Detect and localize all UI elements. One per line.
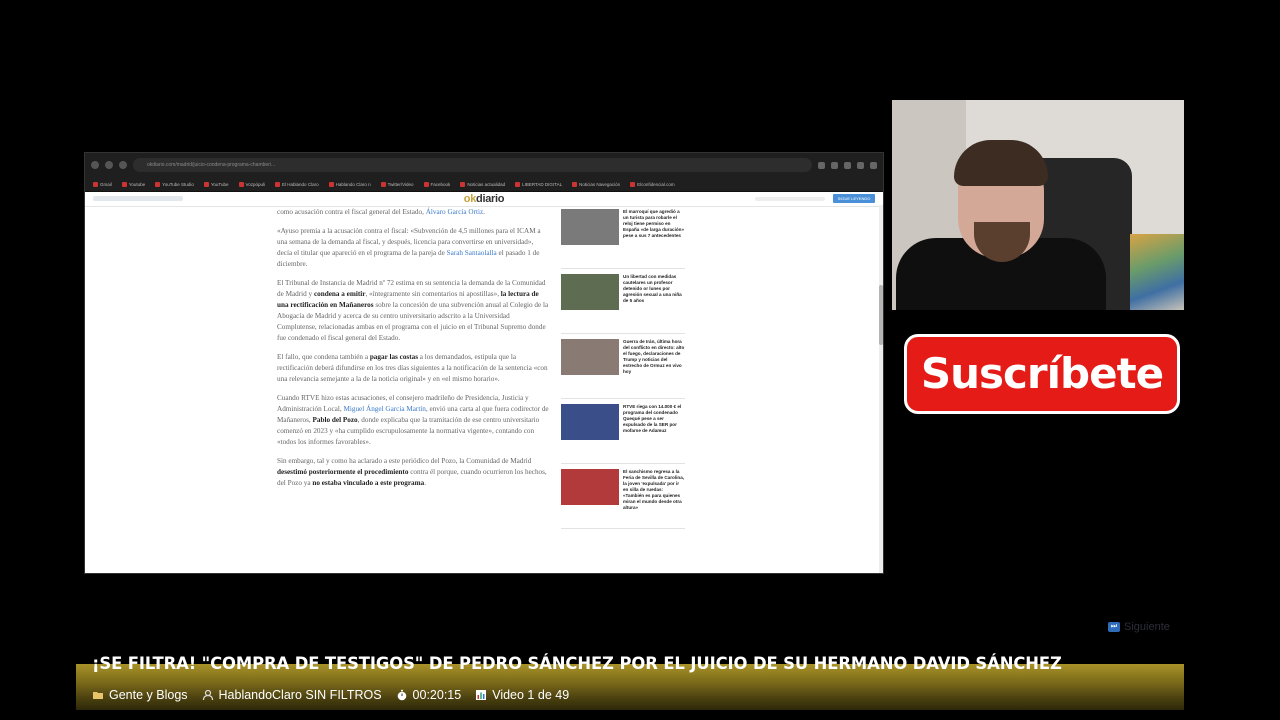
bookmark-item[interactable]: El Hablando Claro — [275, 181, 319, 187]
bookmark-item[interactable]: Gmail — [93, 181, 112, 187]
wall-painting — [1130, 234, 1184, 310]
news-thumbnail — [561, 274, 619, 310]
news-headline[interactable]: Guerra de Irán, última hora del conflict… — [623, 339, 685, 393]
article-paragraph: Cuando RTVE hizo estas acusaciones, el c… — [277, 394, 549, 446]
webcam-feed — [892, 100, 1184, 310]
news-thumbnail — [561, 209, 619, 245]
related-news-item[interactable]: Un libertad con medidas cautelares un pr… — [561, 274, 685, 334]
extension-icon[interactable] — [818, 161, 825, 169]
profile-icon[interactable] — [857, 161, 864, 169]
bookmark-item[interactable]: YouTube Studio — [155, 181, 194, 187]
bookmark-item[interactable]: Twitter/Video — [380, 181, 414, 187]
bookmark-item[interactable]: YouTube — [203, 181, 229, 187]
forward-icon[interactable] — [105, 161, 113, 169]
presenter-hair — [954, 140, 1048, 186]
related-news-item[interactable]: El sanchismo regresa a la Feria de Sevil… — [561, 469, 685, 529]
channel-item[interactable]: HablandoClaro SIN FILTROS — [202, 688, 382, 702]
news-headline[interactable]: RTVE riega con 14.000 € el programa del … — [623, 404, 685, 458]
fast-forward-icon: ⏭ — [1108, 622, 1120, 632]
user-icon — [202, 689, 213, 701]
bookmarks-bar: Gmail Youtube YouTube Studio YouTube Voz… — [85, 177, 883, 192]
article-paragraph: «Ayuso premia a la acusación contra el f… — [277, 227, 541, 268]
bookmark-item[interactable]: Elconfidencial.com — [630, 181, 675, 187]
news-thumbnail — [561, 339, 619, 375]
video-title: ¡SE FILTRA! "COMPRA DE TESTIGOS" DE PEDR… — [92, 654, 1062, 673]
site-nav — [755, 197, 825, 201]
stopwatch-icon — [397, 689, 406, 701]
category-item[interactable]: Gente y Blogs — [92, 688, 188, 702]
download-icon[interactable] — [844, 161, 851, 169]
bookmark-item[interactable]: Vozpópuli — [238, 181, 265, 187]
bar-chart-icon — [476, 690, 487, 700]
duration-item: 00:20:15 — [396, 688, 461, 702]
next-label: Siguiente — [1124, 621, 1170, 633]
news-thumbnail — [561, 469, 619, 505]
folder-icon — [93, 692, 103, 699]
next-video-button[interactable]: ⏭ Siguiente — [1108, 621, 1170, 633]
article-paragraph: Sin embargo, tal y como ha aclarado a es… — [277, 457, 547, 487]
address-bar[interactable]: okdiario.com/madrid/juicio-condena-progr… — [133, 158, 812, 172]
playlist-position-item: Video 1 de 49 — [475, 688, 569, 702]
news-headline[interactable]: El marroquí que agredió a un turista par… — [623, 209, 685, 263]
article-paragraph: El fallo, que condena también a pagar la… — [277, 353, 548, 383]
menu-icon[interactable] — [870, 161, 877, 169]
related-news-item[interactable]: Guerra de Irán, última hora del conflict… — [561, 339, 685, 399]
bookmark-item[interactable]: Noticias actualidad — [460, 181, 505, 187]
news-headline[interactable]: Un libertad con medidas cautelares un pr… — [623, 274, 685, 328]
article-paragraph: El Tribunal de Instancia de Madrid nº 72… — [277, 279, 549, 342]
article-link[interactable]: Miguel Ángel García Martín — [343, 405, 425, 413]
news-headline[interactable]: El sanchismo regresa a la Feria de Sevil… — [623, 469, 685, 523]
related-news-item[interactable]: RTVE riega con 14.000 € el programa del … — [561, 404, 685, 464]
bookmark-item[interactable]: Facebook — [423, 181, 450, 187]
related-news-item[interactable]: El marroquí que agredió a un turista par… — [561, 209, 685, 269]
reload-icon[interactable] — [119, 161, 127, 169]
subscribe-button[interactable]: Suscríbete — [904, 334, 1180, 414]
news-thumbnail — [561, 404, 619, 440]
browser-toolbar: okdiario.com/madrid/juicio-condena-progr… — [85, 153, 883, 177]
bookmark-star-icon[interactable] — [831, 161, 838, 169]
page-scrollbar[interactable] — [879, 205, 883, 573]
scrollbar-thumb[interactable] — [879, 285, 883, 345]
video-meta: Gente y Blogs HablandoClaro SIN FILTROS … — [92, 688, 569, 702]
back-icon[interactable] — [91, 161, 99, 169]
related-news-sidebar: El marroquí que agredió a un turista par… — [561, 209, 685, 534]
site-header: okdiario SIGUE LEYENDO — [85, 192, 883, 207]
bookmark-item[interactable]: Noticias Navegación — [572, 181, 620, 187]
bookmark-item[interactable]: Hablando Claro n — [328, 181, 371, 187]
article-body: como acusación contra el fiscal general … — [277, 207, 549, 497]
site-search[interactable] — [93, 196, 183, 201]
site-subscribe-button[interactable]: SIGUE LEYENDO — [833, 194, 875, 203]
site-logo[interactable]: okdiario — [464, 193, 505, 205]
article-link[interactable]: Sarah Santaolalla — [447, 249, 497, 257]
browser-window: okdiario.com/madrid/juicio-condena-progr… — [84, 152, 884, 574]
bookmark-item[interactable]: LIBERTAD DIGITAL — [515, 181, 562, 187]
bookmark-item[interactable]: Youtube — [121, 181, 145, 187]
article-link[interactable]: Álvaro García Ortiz — [426, 208, 483, 216]
article-paragraph: como acusación contra el fiscal general … — [277, 208, 485, 216]
